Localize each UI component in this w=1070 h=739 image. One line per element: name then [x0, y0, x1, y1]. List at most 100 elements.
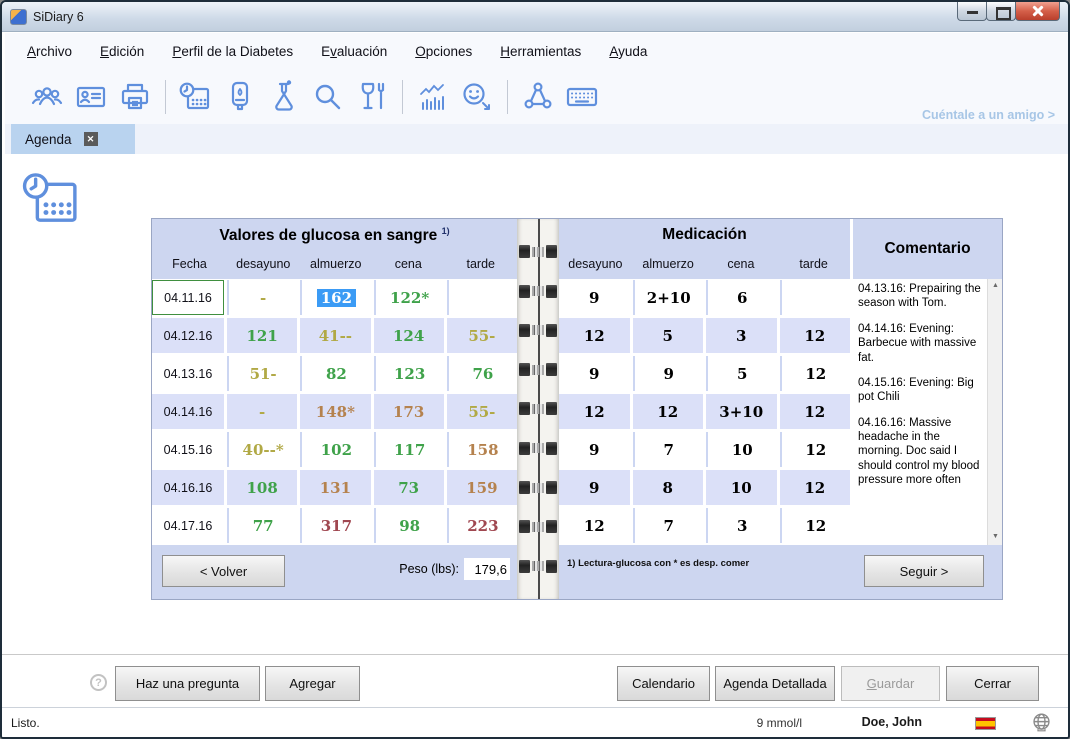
nutrition-icon[interactable]	[350, 77, 394, 117]
glucose-cell[interactable]: 123	[374, 356, 444, 391]
contact-card-icon[interactable]	[69, 77, 113, 117]
save-button-disabled[interactable]: Guardar	[841, 666, 940, 701]
med-cell[interactable]: 12	[780, 508, 851, 543]
med-cell[interactable]: 7	[633, 508, 704, 543]
date-cell[interactable]: 04.14.16	[152, 394, 224, 429]
med-cell[interactable]: 12	[559, 508, 630, 543]
scroll-up-icon[interactable]: ▲	[988, 279, 1003, 294]
med-cell[interactable]: 12	[559, 318, 630, 353]
med-cell[interactable]: 12	[633, 394, 704, 429]
weight-input[interactable]	[464, 558, 510, 580]
date-cell[interactable]: 04.16.16	[152, 470, 224, 505]
ask-question-button[interactable]: Haz una pregunta	[115, 666, 260, 701]
glucose-cell[interactable]: 76	[447, 356, 517, 391]
glucose-cell[interactable]: 55-	[447, 394, 517, 429]
date-cell[interactable]: 04.13.16	[152, 356, 224, 391]
med-cell[interactable]: 6	[706, 280, 777, 315]
glucose-meter-icon[interactable]	[218, 77, 262, 117]
med-cell[interactable]: 9	[559, 432, 630, 467]
globe-icon[interactable]	[1031, 712, 1052, 736]
glucose-cell[interactable]	[447, 280, 517, 315]
glucose-cell[interactable]: 124	[374, 318, 444, 353]
share-icon[interactable]	[516, 77, 560, 117]
glucose-cell[interactable]: 117	[374, 432, 444, 467]
med-cell[interactable]: 9	[633, 356, 704, 391]
glucose-cell[interactable]: 173	[374, 394, 444, 429]
glucose-cell[interactable]: 148*	[300, 394, 370, 429]
minimize-icon[interactable]	[957, 2, 987, 21]
tell-a-friend-link[interactable]: Cuéntale a un amigo >	[922, 108, 1055, 122]
med-cell[interactable]: 5	[706, 356, 777, 391]
glucose-cell[interactable]: 223	[447, 508, 517, 543]
menu-perfil-diabetes[interactable]: Perfil de la Diabetes	[172, 44, 293, 59]
date-cell[interactable]: 04.12.16	[152, 318, 224, 353]
med-cell[interactable]: 9	[559, 470, 630, 505]
glucose-cell[interactable]: 158	[447, 432, 517, 467]
med-cell[interactable]: 12	[780, 470, 851, 505]
glucose-cell[interactable]: 82	[300, 356, 370, 391]
med-cell[interactable]: 2+10	[633, 280, 704, 315]
glucose-cell[interactable]: 73	[374, 470, 444, 505]
comment-text[interactable]: 04.13.16: Prepairing the season with Tom…	[853, 279, 987, 545]
med-cell[interactable]: 10	[706, 470, 777, 505]
calendar-button[interactable]: Calendario	[617, 666, 710, 701]
glucose-cell[interactable]: 40--*	[227, 432, 297, 467]
agenda-icon[interactable]	[174, 77, 218, 117]
menu-herramientas[interactable]: Herramientas	[500, 44, 581, 59]
date-cell[interactable]: 04.11.16	[152, 280, 224, 315]
med-cell[interactable]: 9	[559, 356, 630, 391]
med-cell[interactable]: 3	[706, 318, 777, 353]
glucose-cell[interactable]: 122*	[374, 280, 444, 315]
lab-flask-icon[interactable]	[262, 77, 306, 117]
printer-icon[interactable]	[113, 77, 157, 117]
date-cell[interactable]: 04.17.16	[152, 508, 224, 543]
comment-scrollbar[interactable]: ▲ ▼	[987, 279, 1002, 545]
help-icon[interactable]: ?	[90, 674, 107, 691]
statistics-icon[interactable]	[411, 77, 455, 117]
med-cell[interactable]: 5	[633, 318, 704, 353]
users-icon[interactable]	[25, 77, 69, 117]
search-icon[interactable]	[306, 77, 350, 117]
menu-ayuda[interactable]: Ayuda	[609, 44, 647, 59]
glucose-cell[interactable]: 55-	[447, 318, 517, 353]
date-cell[interactable]: 04.15.16	[152, 432, 224, 467]
close-icon[interactable]	[1015, 2, 1060, 21]
title-bar[interactable]: SiDiary 6	[2, 2, 1068, 32]
glucose-cell[interactable]: 131	[300, 470, 370, 505]
next-button[interactable]: Seguir >	[864, 555, 984, 587]
med-cell[interactable]: 12	[780, 432, 851, 467]
med-cell[interactable]: 12	[780, 318, 851, 353]
scroll-down-icon[interactable]: ▼	[988, 530, 1003, 545]
glucose-cell[interactable]: 317	[300, 508, 370, 543]
detailed-agenda-button[interactable]: Agenda Detallada	[715, 666, 835, 701]
glucose-cell[interactable]: 102	[300, 432, 370, 467]
med-cell[interactable]: 7	[633, 432, 704, 467]
spanish-flag-icon[interactable]	[975, 717, 996, 730]
menu-edicion[interactable]: Edición	[100, 44, 144, 59]
glucose-cell[interactable]: 51-	[227, 356, 297, 391]
med-cell[interactable]: 3	[706, 508, 777, 543]
glucose-cell[interactable]: -	[227, 394, 297, 429]
med-cell[interactable]: 3+10	[706, 394, 777, 429]
glucose-cell[interactable]: 108	[227, 470, 297, 505]
med-cell[interactable]: 12	[780, 356, 851, 391]
tab-agenda[interactable]: Agenda ✕	[11, 124, 135, 154]
glucose-cell[interactable]: 121	[227, 318, 297, 353]
menu-archivo[interactable]: Archivo	[27, 44, 72, 59]
glucose-cell[interactable]: 77	[227, 508, 297, 543]
glucose-cell[interactable]: 41--	[300, 318, 370, 353]
glucose-cell[interactable]: -	[227, 280, 297, 315]
tab-close-icon[interactable]: ✕	[84, 132, 98, 146]
med-cell[interactable]: 12	[780, 394, 851, 429]
med-cell[interactable]: 9	[559, 280, 630, 315]
glucose-cell-selected[interactable]: 162	[300, 280, 370, 315]
menu-opciones[interactable]: Opciones	[415, 44, 472, 59]
med-cell[interactable]: 8	[633, 470, 704, 505]
comment-panel[interactable]: 04.13.16: Prepairing the season with Tom…	[853, 279, 1002, 545]
glucose-cell[interactable]: 98	[374, 508, 444, 543]
med-cell[interactable]: 10	[706, 432, 777, 467]
menu-evaluacion[interactable]: Evaluación	[321, 44, 387, 59]
back-button[interactable]: < Volver	[162, 555, 285, 587]
med-cell[interactable]: 12	[559, 394, 630, 429]
keyboard-icon[interactable]	[560, 77, 604, 117]
